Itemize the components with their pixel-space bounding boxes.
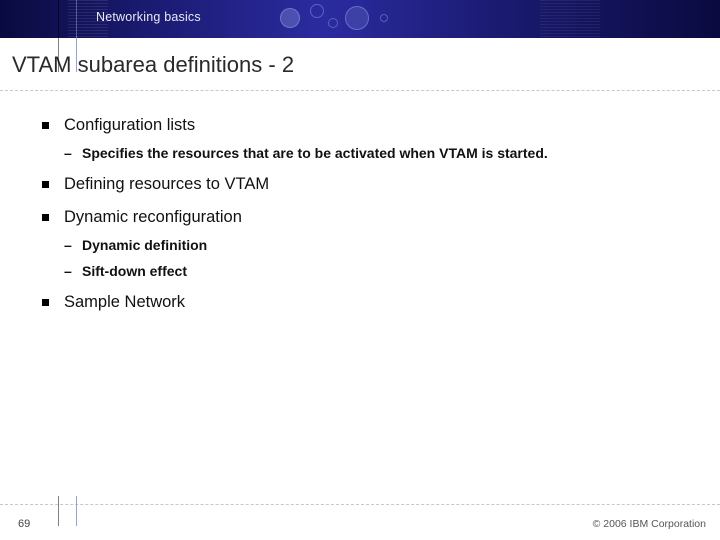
list-item-label: Specifies the resources that are to be a… [82,145,548,161]
list-item-label: Dynamic definition [82,237,207,253]
decor-vline [76,0,77,38]
list-item: Configuration lists Specifies the resour… [42,116,692,161]
list-item: Sift-down effect [64,263,692,279]
list-item-label: Sift-down effect [82,263,187,279]
list-item-label: Dynamic reconfiguration [64,208,242,226]
breadcrumb: Networking basics [96,10,201,24]
copyright: © 2006 IBM Corporation [593,518,706,530]
header-banner: Networking basics [0,0,720,38]
decor-vline [58,496,59,526]
page-title: VTAM subarea definitions - 2 [12,52,720,78]
list-item-label: Sample Network [64,293,185,311]
list-item: Dynamic definition [64,237,692,253]
list-item-label: Configuration lists [64,116,195,134]
slide: Networking basics VTAM subarea definitio… [0,0,720,540]
title-area: VTAM subarea definitions - 2 [0,38,720,98]
page-number: 69 [18,518,30,530]
decor-vline [76,36,77,72]
decor-vline [76,496,77,526]
content-body: Configuration lists Specifies the resour… [0,98,720,312]
divider [0,90,720,91]
list-item: Sample Network [42,293,692,312]
decor-vline [58,36,59,72]
decor-vline [58,0,59,38]
list-item-label: Defining resources to VTAM [64,175,269,193]
list-item: Defining resources to VTAM [42,175,692,194]
bullet-list: Configuration lists Specifies the resour… [42,116,692,312]
sub-list: Specifies the resources that are to be a… [64,145,692,161]
list-item: Specifies the resources that are to be a… [64,145,692,161]
divider [0,504,720,505]
decor-circles [270,0,470,38]
list-item: Dynamic reconfiguration Dynamic definiti… [42,208,692,279]
footer: 69 © 2006 IBM Corporation [0,504,720,540]
sub-list: Dynamic definition Sift-down effect [64,237,692,279]
